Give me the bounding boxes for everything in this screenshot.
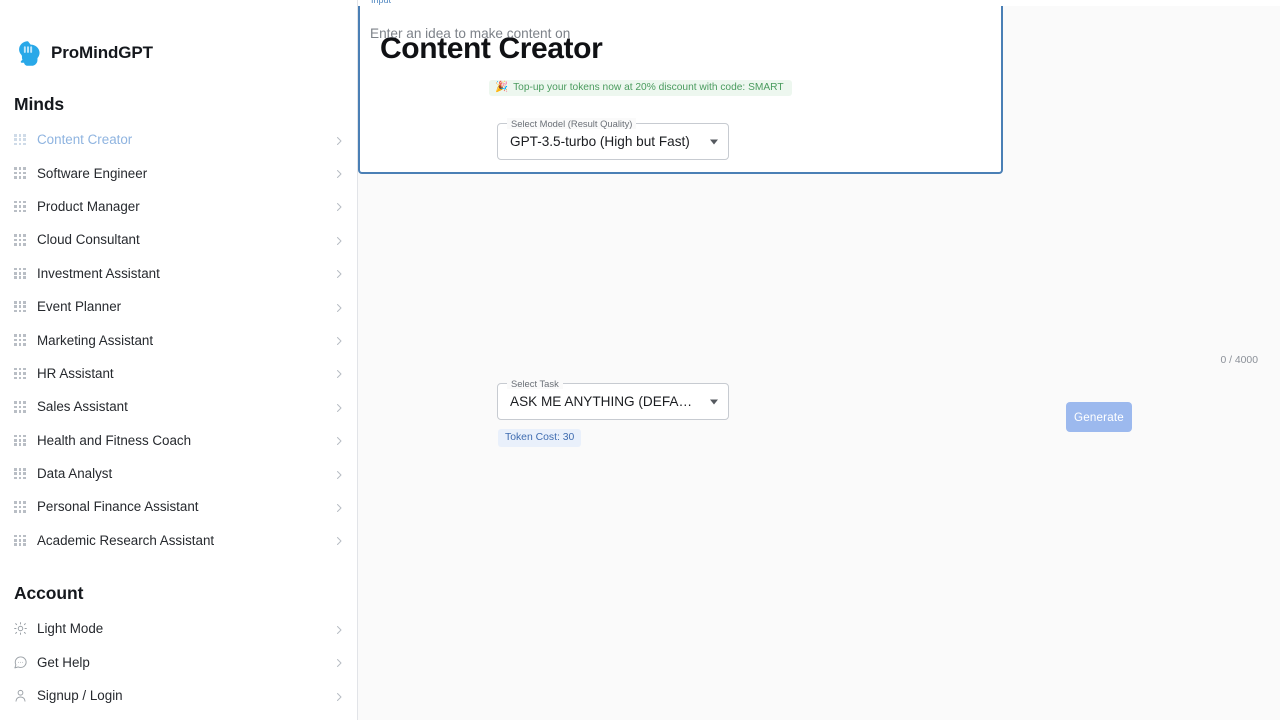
main-content: Content Creator 🎉 Top-up your tokens now… xyxy=(358,0,1280,720)
grid-apps-icon xyxy=(10,363,30,383)
sidebar-item-label: Marketing Assistant xyxy=(37,332,154,348)
account-heading: Account xyxy=(14,583,84,604)
sidebar-item-cloud-consultant[interactable]: Cloud Consultant xyxy=(0,223,357,256)
sidebar-item-personal-finance-assistant[interactable]: Personal Finance Assistant xyxy=(0,490,357,523)
chevron-right-icon xyxy=(333,267,345,279)
brand-name: ProMindGPT xyxy=(51,43,153,62)
chevron-right-icon xyxy=(333,656,345,668)
select-task-dropdown[interactable]: Select Task ASK ME ANYTHING (DEFAULT) xyxy=(497,378,729,420)
brand[interactable]: ProMindGPT xyxy=(0,0,357,72)
sidebar-item-label: Cloud Consultant xyxy=(37,232,140,248)
chevron-right-icon xyxy=(333,200,345,212)
grid-apps-icon xyxy=(10,330,30,350)
promo-banner[interactable]: 🎉 Top-up your tokens now at 20% discount… xyxy=(489,80,792,96)
sidebar-item-content-creator[interactable]: Content Creator xyxy=(0,123,357,156)
promo-text: Top-up your tokens now at 20% discount w… xyxy=(513,82,784,93)
chevron-right-icon xyxy=(333,690,345,702)
sidebar-item-label: Personal Finance Assistant xyxy=(37,499,199,515)
app-root: ProMindGPT Minds Content Creator Software… xyxy=(0,0,1280,720)
sidebar-item-label: Investment Assistant xyxy=(37,265,160,281)
chevron-down-icon xyxy=(710,399,718,404)
sun-icon xyxy=(10,619,30,639)
sidebar-item-label: Signup / Login xyxy=(37,688,123,704)
grid-apps-icon xyxy=(10,530,30,550)
top-strip xyxy=(358,0,1280,6)
sidebar-item-light-mode[interactable]: Light Mode xyxy=(0,612,357,645)
sidebar-item-label: Academic Research Assistant xyxy=(37,532,215,548)
sidebar-item-academic-research-assistant[interactable]: Academic Research Assistant xyxy=(0,524,357,557)
chevron-right-icon xyxy=(333,468,345,480)
grid-apps-icon xyxy=(10,297,30,317)
account-nav-list: Light Mode Get Help Signup / Login xyxy=(0,612,357,712)
chevron-right-icon xyxy=(333,301,345,313)
minds-nav-list: Content Creator Software Engineer Product … xyxy=(0,123,357,557)
sidebar-item-marketing-assistant[interactable]: Marketing Assistant xyxy=(0,323,357,356)
sidebar-item-sales-assistant[interactable]: Sales Assistant xyxy=(0,390,357,423)
sidebar-item-investment-assistant[interactable]: Investment Assistant xyxy=(0,257,357,290)
grid-apps-icon xyxy=(10,230,30,250)
sidebar-item-label: Software Engineer xyxy=(37,165,148,181)
sidebar-item-software-engineer[interactable]: Software Engineer xyxy=(0,156,357,189)
sidebar-item-product-manager[interactable]: Product Manager xyxy=(0,190,357,223)
token-cost-badge: Token Cost: 30 xyxy=(498,429,582,447)
grid-apps-icon xyxy=(10,196,30,216)
sidebar-item-label: Content Creator xyxy=(37,132,133,148)
select-task-value: ASK ME ANYTHING (DEFAULT) xyxy=(510,394,698,409)
chevron-right-icon xyxy=(333,367,345,379)
sidebar-item-label: Event Planner xyxy=(37,299,122,315)
chevron-right-icon xyxy=(333,167,345,179)
chevron-right-icon xyxy=(333,334,345,346)
chevron-right-icon xyxy=(333,134,345,146)
sidebar-item-label: Data Analyst xyxy=(37,466,113,482)
chat-bubble-icon xyxy=(10,652,30,672)
sidebar-item-data-analyst[interactable]: Data Analyst xyxy=(0,457,357,490)
sidebar-item-hr-assistant[interactable]: HR Assistant xyxy=(0,357,357,390)
party-popper-icon: 🎉 xyxy=(495,81,509,94)
sidebar-item-label: Sales Assistant xyxy=(37,399,128,415)
grid-apps-icon xyxy=(10,263,30,283)
minds-heading: Minds xyxy=(14,94,65,114)
chevron-right-icon xyxy=(333,623,345,635)
select-model-value: GPT-3.5-turbo (High but Fast) xyxy=(510,134,690,149)
sidebar-item-label: Light Mode xyxy=(37,621,104,637)
person-icon xyxy=(10,686,30,706)
chevron-right-icon xyxy=(333,234,345,246)
chevron-right-icon xyxy=(333,501,345,513)
chevron-down-icon xyxy=(710,139,718,144)
grid-apps-icon xyxy=(10,497,30,517)
sidebar-item-get-help[interactable]: Get Help xyxy=(0,645,357,678)
grid-apps-icon xyxy=(10,430,30,450)
chevron-right-icon xyxy=(333,401,345,413)
grid-apps-icon xyxy=(10,130,30,150)
sidebar-item-label: Health and Fitness Coach xyxy=(37,432,192,448)
grid-apps-icon xyxy=(10,397,30,417)
select-model-label: Select Model (Result Quality) xyxy=(507,118,637,129)
input-placeholder: Enter an idea to make content on xyxy=(370,26,571,41)
chevron-right-icon xyxy=(333,534,345,546)
brain-head-icon xyxy=(19,41,40,66)
sidebar-item-label: Product Manager xyxy=(37,198,140,214)
grid-apps-icon xyxy=(10,163,30,183)
character-counter: 0 / 4000 xyxy=(1220,355,1258,366)
sidebar: ProMindGPT Minds Content Creator Software… xyxy=(0,0,358,720)
generate-button[interactable]: Generate xyxy=(1066,402,1132,432)
select-task-label: Select Task xyxy=(507,378,563,389)
sidebar-item-health-and-fitness-coach[interactable]: Health and Fitness Coach xyxy=(0,424,357,457)
sidebar-item-signup-login[interactable]: Signup / Login xyxy=(0,679,357,712)
sidebar-item-label: HR Assistant xyxy=(37,365,114,381)
chevron-right-icon xyxy=(333,434,345,446)
input-label: Input xyxy=(368,0,395,6)
sidebar-item-event-planner[interactable]: Event Planner xyxy=(0,290,357,323)
sidebar-item-label: Get Help xyxy=(37,654,90,670)
select-model-dropdown[interactable]: Select Model (Result Quality) GPT-3.5-tu… xyxy=(497,118,729,160)
grid-apps-icon xyxy=(10,464,30,484)
